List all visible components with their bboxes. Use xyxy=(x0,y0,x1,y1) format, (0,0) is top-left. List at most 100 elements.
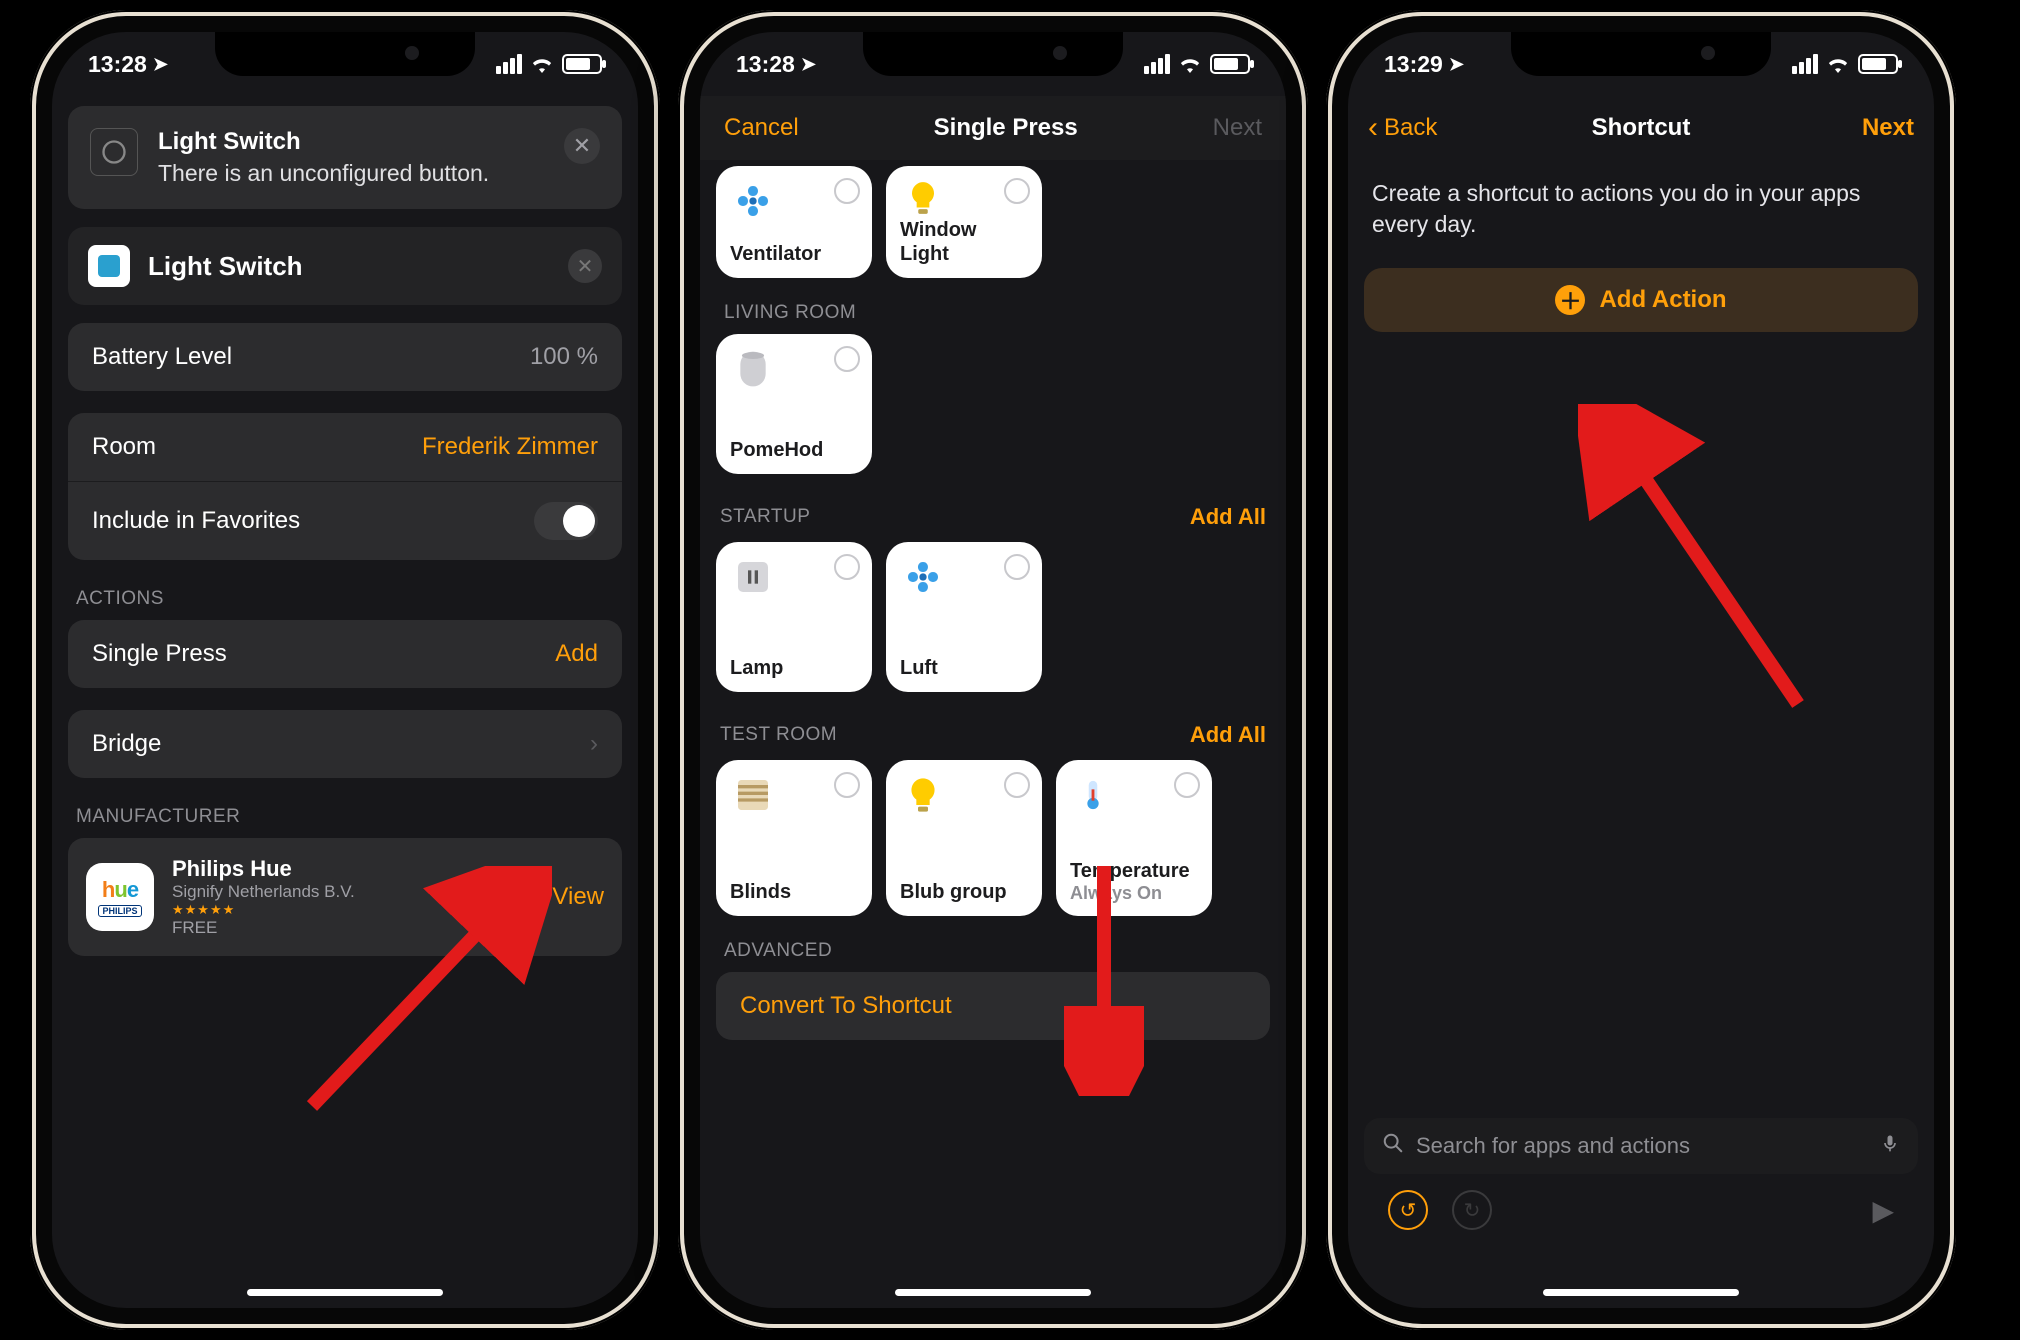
cancel-button[interactable]: Cancel xyxy=(724,114,799,142)
battery-level-row: Battery Level 100 % xyxy=(68,323,622,391)
status-icons xyxy=(496,54,602,74)
bridge-label: Bridge xyxy=(92,730,161,758)
location-icon: ➤ xyxy=(801,54,816,75)
accessory-name-row[interactable]: Light Switch ✕ xyxy=(68,227,622,305)
accessory-tile-luft[interactable]: Luft xyxy=(886,542,1042,692)
tile-label: PomeHod xyxy=(730,438,858,462)
test-room-section: TEST ROOM xyxy=(720,724,837,746)
tile-label: Window Light xyxy=(900,218,1028,266)
plus-icon: ＋ xyxy=(1555,285,1585,315)
hue-logo-icon: hue PHILIPS xyxy=(86,863,154,931)
living-room-section: LIVING ROOM xyxy=(700,278,1286,334)
undo-button[interactable]: ↺ xyxy=(1388,1190,1428,1230)
mic-icon[interactable] xyxy=(1880,1133,1900,1159)
tile-label: Luft xyxy=(900,656,1028,680)
switch-icon xyxy=(88,245,130,287)
convert-to-shortcut-label: Convert To Shortcut xyxy=(740,992,952,1020)
tile-label: Blub group xyxy=(900,880,1028,904)
thermometer-icon xyxy=(1070,772,1116,818)
tile-label: Lamp xyxy=(730,656,858,680)
location-icon: ➤ xyxy=(1449,54,1464,75)
add-all-button[interactable]: Add All xyxy=(1190,722,1266,748)
page-title: Shortcut xyxy=(1592,114,1691,142)
manufacturer-name: Philips Hue xyxy=(172,856,355,882)
wifi-icon xyxy=(1178,55,1202,73)
status-icons xyxy=(1792,54,1898,74)
room-label: Room xyxy=(92,433,156,461)
rating-stars: ★★★★★ xyxy=(172,902,355,918)
fan-icon xyxy=(730,178,776,224)
select-circle[interactable] xyxy=(1174,772,1200,798)
actions-section-label: ACTIONS xyxy=(52,560,638,620)
room-row[interactable]: Room Frederik Zimmer xyxy=(68,413,622,482)
select-circle[interactable] xyxy=(834,346,860,372)
status-time: 13:28 ➤ xyxy=(88,51,168,78)
accessory-tile-lamp[interactable]: Lamp xyxy=(716,542,872,692)
battery-icon xyxy=(562,54,602,74)
battery-level-value: 100 % xyxy=(530,343,598,371)
status-time: 13:29 ➤ xyxy=(1384,51,1464,78)
select-circle[interactable] xyxy=(834,178,860,204)
bulb-icon xyxy=(900,772,946,818)
accessory-tile-ventilator[interactable]: Ventilator xyxy=(716,166,872,278)
annotation-arrow xyxy=(1064,856,1144,1101)
tile-label: Blinds xyxy=(730,880,858,904)
outlet-icon xyxy=(730,554,776,600)
clear-text-icon[interactable]: ✕ xyxy=(568,249,602,283)
redo-button: ↻ xyxy=(1452,1190,1492,1230)
close-icon[interactable]: ✕ xyxy=(564,128,600,164)
home-indicator[interactable] xyxy=(895,1289,1091,1296)
favorites-toggle[interactable] xyxy=(534,502,598,540)
shortcut-description: Create a shortcut to actions you do in y… xyxy=(1348,160,1934,268)
switch-outline-icon xyxy=(90,128,138,176)
signal-icon xyxy=(1144,54,1170,74)
search-placeholder: Search for apps and actions xyxy=(1416,1133,1868,1159)
tile-label: Ventilator xyxy=(730,242,858,266)
bulb-icon xyxy=(900,178,946,218)
add-all-button[interactable]: Add All xyxy=(1190,504,1266,530)
select-circle[interactable] xyxy=(1004,178,1030,204)
favorites-label: Include in Favorites xyxy=(92,507,300,535)
manufacturer-section-label: MANUFACTURER xyxy=(52,778,638,838)
back-button[interactable]: ‹ Back xyxy=(1368,114,1437,142)
location-icon: ➤ xyxy=(153,54,168,75)
shortcut-nav: ‹ Back Shortcut Next xyxy=(1348,96,1934,160)
select-circle[interactable] xyxy=(1004,554,1030,580)
banner-subtitle: There is an unconfigured button. xyxy=(158,160,600,187)
back-label: Back xyxy=(1384,114,1437,142)
accessory-tile-blub-group[interactable]: Blub group xyxy=(886,760,1042,916)
select-circle[interactable] xyxy=(834,554,860,580)
manufacturer-price: FREE xyxy=(172,918,355,938)
home-indicator[interactable] xyxy=(1543,1289,1739,1296)
unconfigured-banner: Light Switch There is an unconfigured bu… xyxy=(68,106,622,209)
view-button[interactable]: View xyxy=(552,883,604,911)
wifi-icon xyxy=(1826,55,1850,73)
manufacturer-row[interactable]: hue PHILIPS Philips Hue Signify Netherla… xyxy=(68,838,622,956)
add-action-label: Add Action xyxy=(1599,286,1726,314)
advanced-section: ADVANCED xyxy=(700,916,1286,972)
status-time: 13:28 ➤ xyxy=(736,51,816,78)
banner-title: Light Switch xyxy=(158,128,600,156)
modal-title: Single Press xyxy=(934,114,1078,142)
include-favorites-row[interactable]: Include in Favorites xyxy=(68,482,622,560)
accessory-tile-pomehod[interactable]: PomeHod xyxy=(716,334,872,474)
fan-icon xyxy=(900,554,946,600)
play-button[interactable]: ▶ xyxy=(1872,1194,1894,1227)
battery-icon xyxy=(1210,54,1250,74)
next-button-disabled: Next xyxy=(1213,114,1262,142)
accessory-tile-blinds[interactable]: Blinds xyxy=(716,760,872,916)
select-circle[interactable] xyxy=(834,772,860,798)
annotation-arrow xyxy=(1578,404,1818,729)
next-button[interactable]: Next xyxy=(1862,114,1914,142)
home-indicator[interactable] xyxy=(247,1289,443,1296)
add-action-button[interactable]: ＋ Add Action xyxy=(1364,268,1918,332)
single-press-row[interactable]: Single Press Add xyxy=(68,620,622,688)
search-input[interactable]: Search for apps and actions xyxy=(1364,1118,1918,1174)
battery-icon xyxy=(1858,54,1898,74)
single-press-add[interactable]: Add xyxy=(555,640,598,668)
select-circle[interactable] xyxy=(1004,772,1030,798)
convert-to-shortcut-row[interactable]: Convert To Shortcut xyxy=(716,972,1270,1040)
bridge-row[interactable]: Bridge › xyxy=(68,710,622,778)
single-press-label: Single Press xyxy=(92,640,227,668)
accessory-tile-window-light[interactable]: Window Light xyxy=(886,166,1042,278)
